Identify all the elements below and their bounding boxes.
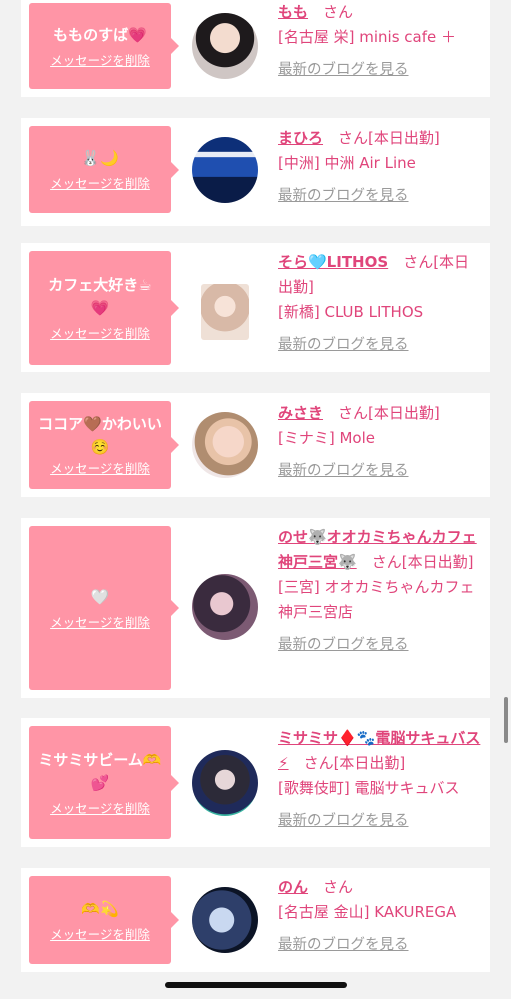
profile-info: もも さん [名古屋 栄] minis cafe ＋ 最新のブログを見る: [278, 0, 483, 83]
work-status: [本日出勤]: [368, 404, 440, 422]
profile-info: まひろ さん[本日出勤] [中洲] 中洲 Air Line 最新のブログを見る: [278, 126, 483, 209]
san-suffix: さん: [403, 253, 434, 271]
message-text: 🫶💫: [81, 899, 119, 918]
profile-info: みさき さん[本日出勤] [ミナミ] Mole 最新のブログを見る: [278, 401, 483, 484]
delete-message-link[interactable]: メッセージを削除: [50, 927, 150, 943]
shop-name: [三宮] オオカミちゃんカフェ神戸三宮店: [278, 578, 475, 621]
avatar[interactable]: [192, 574, 258, 640]
message-card: 🐰🌙 メッセージを削除 まひろ さん[本日出勤] [中洲] 中洲 Air Lin…: [21, 118, 490, 226]
message-card: ミサミサビーム🫶💕 メッセージを削除 ミサミサ♦️🐾電脳サキュバス⚡ さん[本日…: [21, 718, 490, 847]
message-bubble: 🐰🌙 メッセージを削除: [29, 126, 179, 213]
latest-blog-link[interactable]: 最新のブログを見る: [278, 813, 409, 829]
message-text: 🤍: [90, 587, 110, 606]
message-bubble: もものすば💗 メッセージを削除: [29, 3, 179, 89]
profile-info: ミサミサ♦️🐾電脳サキュバス⚡ さん[本日出勤] [歌舞伎町] 電脳サキュバス …: [278, 726, 483, 834]
message-card: ココア🤎かわいい☺️ メッセージを削除 みさき さん[本日出勤] [ミナミ] M…: [21, 393, 490, 497]
shop-name: [名古屋 栄] minis cafe ＋: [278, 28, 456, 46]
avatar[interactable]: [192, 13, 258, 79]
avatar[interactable]: [192, 750, 258, 816]
latest-blog-link[interactable]: 最新のブログを見る: [278, 337, 409, 353]
delete-message-link[interactable]: メッセージを削除: [50, 53, 150, 69]
shop-name: [新橋] CLUB LITHOS: [278, 303, 424, 321]
delete-message-link[interactable]: メッセージを削除: [50, 326, 150, 342]
work-status: [本日出勤]: [401, 553, 474, 571]
latest-blog-link[interactable]: 最新のブログを見る: [278, 637, 409, 653]
avatar[interactable]: [192, 137, 258, 203]
delete-message-link[interactable]: メッセージを削除: [50, 461, 150, 477]
message-bubble: ココア🤎かわいい☺️ メッセージを削除: [29, 401, 179, 489]
work-status: [本日出勤]: [368, 129, 440, 147]
san-suffix: さん: [303, 754, 334, 772]
latest-blog-link[interactable]: 最新のブログを見る: [278, 188, 409, 204]
shop-name: [歌舞伎町] 電脳サキュバス: [278, 779, 460, 797]
message-text: ココア🤎かわいい☺️: [38, 415, 162, 456]
profile-name-link[interactable]: みさき: [278, 404, 323, 422]
scrollbar[interactable]: [504, 697, 508, 743]
delete-message-link[interactable]: メッセージを削除: [50, 176, 150, 192]
latest-blog-link[interactable]: 最新のブログを見る: [278, 937, 409, 953]
profile-name-link[interactable]: のん: [278, 878, 308, 896]
message-bubble: ミサミサビーム🫶💕 メッセージを削除: [29, 726, 179, 839]
san-suffix: さん: [338, 129, 369, 147]
message-card: カフェ大好き☕💗 メッセージを削除 そら🩵LITHOS さん[本日出勤] [新橋…: [21, 243, 490, 372]
avatar[interactable]: [192, 412, 258, 478]
profile-info: のん さん [名古屋 金山] KAKUREGA 最新のブログを見る: [278, 875, 483, 958]
message-bubble: 🫶💫 メッセージを削除: [29, 876, 179, 964]
message-text: もものすば💗: [53, 25, 147, 44]
san-suffix: さん: [338, 404, 369, 422]
message-card: 🫶💫 メッセージを削除 のん さん [名古屋 金山] KAKUREGA 最新のブ…: [21, 868, 490, 972]
san-suffix: さん: [371, 553, 402, 571]
avatar[interactable]: [201, 284, 249, 340]
avatar[interactable]: [192, 887, 258, 953]
shop-name: [名古屋 金山] KAKUREGA: [278, 903, 457, 921]
latest-blog-link[interactable]: 最新のブログを見る: [278, 62, 409, 78]
delete-message-link[interactable]: メッセージを削除: [50, 801, 150, 817]
profile-name-link[interactable]: まひろ: [278, 129, 323, 147]
message-text: ミサミサビーム🫶💕: [38, 750, 162, 792]
profile-name-link[interactable]: もも: [278, 3, 308, 21]
message-bubble: カフェ大好き☕💗 メッセージを削除: [29, 251, 179, 365]
message-text: カフェ大好き☕💗: [48, 276, 152, 317]
san-suffix: さん: [323, 878, 354, 896]
work-status: [本日出勤]: [333, 754, 406, 772]
message-bubble: 🤍 メッセージを削除: [29, 526, 179, 690]
profile-info: のせ🐺オオカミちゃんカフェ神戸三宮🐺 さん[本日出勤] [三宮] オオカミちゃん…: [278, 525, 483, 658]
home-indicator[interactable]: [165, 982, 347, 988]
latest-blog-link[interactable]: 最新のブログを見る: [278, 463, 409, 479]
san-suffix: さん: [323, 3, 354, 21]
profile-name-link[interactable]: そら🩵LITHOS: [278, 253, 388, 271]
shop-name: [中洲] 中洲 Air Line: [278, 154, 416, 172]
profile-info: そら🩵LITHOS さん[本日出勤] [新橋] CLUB LITHOS 最新のブ…: [278, 250, 483, 358]
message-card: 🤍 メッセージを削除 のせ🐺オオカミちゃんカフェ神戸三宮🐺 さん[本日出勤] […: [21, 518, 490, 698]
shop-name: [ミナミ] Mole: [278, 429, 375, 447]
message-text: 🐰🌙: [81, 149, 119, 167]
delete-message-link[interactable]: メッセージを削除: [50, 615, 150, 631]
message-card: もものすば💗 メッセージを削除 もも さん [名古屋 栄] minis cafe…: [21, 0, 490, 97]
